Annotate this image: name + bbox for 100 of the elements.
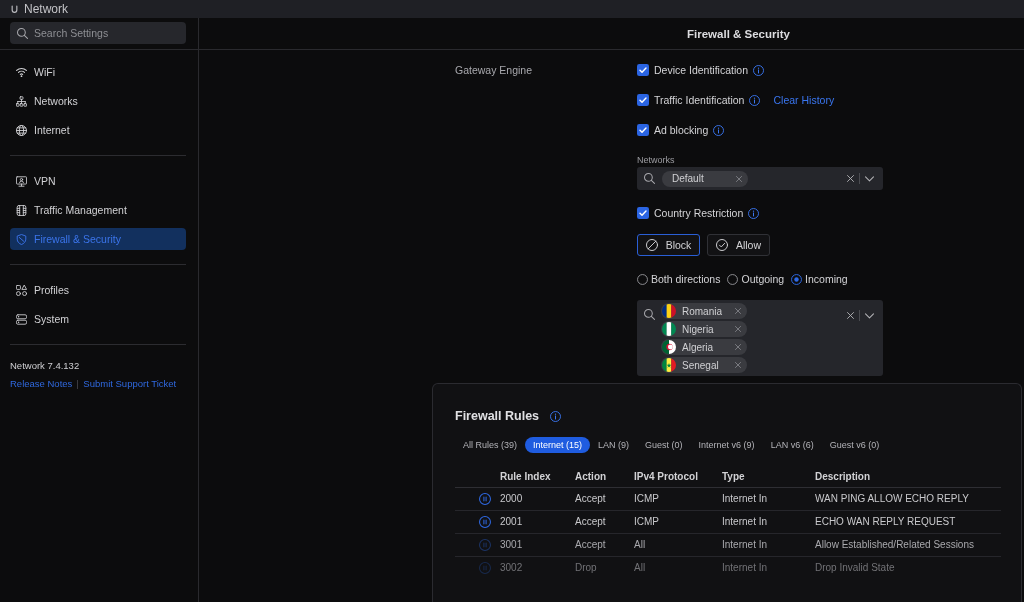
app-title: Network (24, 2, 68, 16)
country-chip[interactable]: Nigeria (661, 321, 747, 337)
checkbox[interactable] (637, 94, 649, 106)
section-label: Gateway Engine (455, 63, 534, 78)
checkbox[interactable] (637, 64, 649, 76)
flag-icon (662, 322, 676, 336)
shapes-grid-icon (16, 284, 27, 296)
sidebar-item[interactable]: VPN (10, 170, 186, 192)
striped-box-icon (16, 204, 27, 216)
table-cell: 3001 (500, 533, 575, 556)
column-header[interactable]: Action (575, 466, 634, 487)
remove-icon[interactable] (736, 175, 742, 182)
tab[interactable]: LAN v6 (6) (762, 437, 822, 453)
info-icon[interactable] (550, 410, 562, 422)
radio-button[interactable] (791, 273, 803, 285)
table-cell: Accept (575, 487, 634, 510)
remove-icon[interactable] (735, 326, 741, 332)
column-header[interactable]: IPv4 Protocol (634, 466, 722, 487)
sidebar-item[interactable]: Networks (10, 90, 186, 112)
table-cell: ICMP (634, 487, 722, 510)
sidebar-item[interactable]: WiFi (10, 61, 186, 83)
page-title: Firewall & Security (687, 27, 790, 40)
table-cell: All (634, 533, 722, 556)
mode-button[interactable]: Block (637, 234, 700, 256)
table-cell: ECHO WAN REPLY REQUEST (815, 510, 1001, 533)
checkbox[interactable] (637, 207, 649, 219)
table-cell: 2001 (500, 510, 575, 533)
table-cell: 2000 (500, 487, 575, 510)
column-header[interactable]: Type (722, 466, 815, 487)
networks-select[interactable]: Default (637, 167, 883, 190)
search-icon (17, 27, 28, 39)
country-chip[interactable]: Romania (661, 303, 747, 319)
network-chip[interactable]: Default (662, 170, 748, 187)
prohibited-icon (645, 239, 658, 251)
remove-icon[interactable] (735, 362, 741, 368)
info-icon[interactable] (752, 64, 764, 76)
tab[interactable]: All Rules (39) (455, 437, 526, 453)
clear-icon[interactable] (847, 175, 854, 182)
table-cell: Internet In (722, 556, 815, 579)
check-circle-icon (715, 239, 728, 251)
column-header[interactable]: Rule Index (500, 466, 575, 487)
option-label: Device Identification (654, 64, 748, 76)
sidebar-item[interactable]: System (10, 308, 186, 330)
network-tree-icon (16, 95, 27, 107)
table-cell: Accept (575, 510, 634, 533)
panel-title: Firewall Rules (455, 409, 540, 423)
table-cell: WAN PING ALLOW ECHO REPLY (815, 487, 1001, 510)
country-chip[interactable]: Algeria (661, 339, 747, 355)
table-cell: Internet In (722, 533, 815, 556)
country-chip[interactable]: Senegal (661, 357, 747, 373)
chevron-down-icon[interactable] (865, 312, 874, 319)
wifi-icon (16, 66, 27, 78)
chevron-down-icon[interactable] (865, 175, 874, 182)
tab[interactable]: Internet v6 (9) (690, 437, 763, 453)
table-cell: Internet In (722, 510, 815, 533)
radio-button[interactable] (637, 273, 648, 285)
search-field[interactable]: Search Settings (10, 22, 186, 44)
pause-icon[interactable] (479, 492, 491, 505)
monitor-icon (16, 175, 27, 187)
remove-icon[interactable] (735, 344, 741, 350)
countries-select[interactable]: Romania Nigeria Algeria Senegal (637, 300, 883, 376)
search-icon (644, 173, 655, 184)
tab[interactable]: Internet (15) (525, 437, 591, 453)
clear-icon[interactable] (847, 312, 854, 319)
tab[interactable]: Guest v6 (0) (821, 437, 888, 453)
text-link[interactable]: Clear History (773, 94, 835, 106)
radio-button[interactable] (727, 273, 739, 285)
shield-icon (16, 233, 27, 245)
table-cell: Allow Established/Related Sessions (815, 533, 1001, 556)
flag-icon (662, 358, 676, 372)
sidebar-item[interactable]: Profiles (10, 279, 186, 301)
table-cell: 3002 (500, 556, 575, 579)
table-cell: Internet In (722, 487, 815, 510)
search-icon (644, 309, 655, 320)
server-icon (16, 313, 27, 325)
checkbox[interactable] (637, 124, 649, 136)
flag-icon (662, 340, 676, 354)
flag-icon (662, 304, 676, 318)
version-text: Network 7.4.132 (10, 359, 81, 372)
option-label: Outgoing (741, 273, 785, 285)
column-header[interactable]: Description (815, 466, 1001, 487)
logo-icon (11, 4, 18, 14)
tab[interactable]: LAN (9) (590, 437, 638, 453)
sidebar-item[interactable]: Internet (10, 119, 186, 141)
mode-button[interactable]: Allow (707, 234, 770, 256)
footer-link[interactable]: Submit Support Ticket (83, 378, 177, 390)
option-label: Country Restriction (654, 207, 744, 219)
sidebar-item[interactable]: Traffic Management (10, 199, 186, 221)
tab[interactable]: Guest (0) (637, 437, 691, 453)
option-label: Ad blocking (654, 124, 709, 136)
info-icon[interactable] (749, 94, 761, 106)
info-icon[interactable] (713, 124, 725, 136)
remove-icon[interactable] (735, 308, 741, 314)
table-cell: Drop Invalid State (815, 556, 1001, 579)
globe-icon (16, 124, 27, 136)
info-icon[interactable] (748, 207, 760, 219)
pause-icon[interactable] (479, 515, 491, 528)
table-cell: All (634, 556, 722, 579)
footer-link[interactable]: Release Notes (10, 378, 73, 390)
table-cell: ICMP (634, 510, 722, 533)
